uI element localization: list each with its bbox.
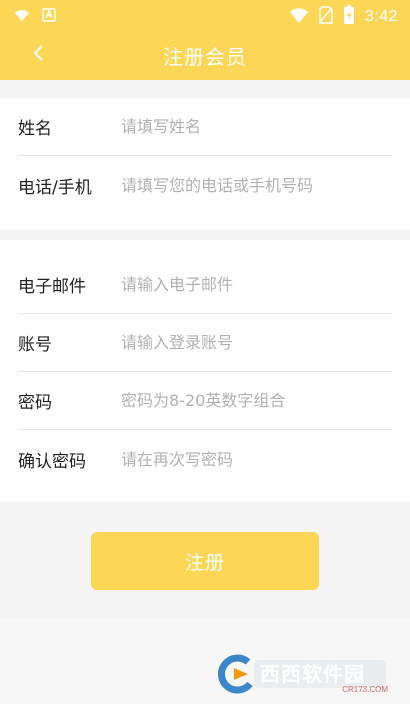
confirm-password-label: 确认密码 [18, 451, 86, 472]
status-bar: 3:42 [0, 0, 410, 30]
confirm-password-row: 确认密码 [18, 430, 392, 488]
account-input[interactable] [121, 322, 392, 363]
status-left-icons [14, 7, 56, 26]
status-right-icons: 3:42 [289, 5, 398, 29]
wifi-icon [14, 7, 30, 26]
password-label: 密码 [18, 393, 52, 413]
password-row: 密码 [18, 372, 392, 430]
battery-icon [343, 5, 355, 29]
notification-icon [42, 7, 56, 26]
email-label: 电子邮件 [18, 277, 86, 297]
basic-info-card: 姓名 电话/手机 [0, 98, 410, 230]
app-bar: 注册会员 [0, 30, 410, 80]
name-input[interactable] [121, 106, 392, 147]
wifi-signal-icon [289, 6, 309, 28]
phone-row: 电话/手机 [18, 156, 392, 214]
email-input[interactable] [121, 264, 392, 305]
watermark-brand: 西西软件园 [260, 662, 365, 686]
page-title: 注册会员 [163, 45, 247, 69]
status-time: 3:42 [364, 8, 398, 25]
phone-input[interactable] [121, 165, 392, 205]
watermark-domain: CR173.COM [342, 685, 388, 694]
confirm-password-input[interactable] [121, 439, 392, 479]
no-sim-icon [319, 6, 333, 28]
password-input[interactable] [121, 380, 392, 421]
account-info-card: 电子邮件 账号 密码 确认密码 [0, 240, 410, 502]
name-label: 姓名 [18, 119, 52, 139]
phone-label: 电话/手机 [18, 177, 92, 198]
register-button[interactable]: 注册 [91, 532, 319, 590]
name-row: 姓名 [18, 98, 392, 156]
email-row: 电子邮件 [18, 256, 392, 314]
watermark-logo-icon [214, 654, 258, 694]
watermark: 西西软件园 CR173.COM [214, 654, 392, 694]
account-label: 账号 [18, 335, 52, 355]
register-screen: 3:42 注册会员 姓名 电话/手机 电子邮件 账号 [0, 0, 410, 704]
account-row: 账号 [18, 314, 392, 372]
